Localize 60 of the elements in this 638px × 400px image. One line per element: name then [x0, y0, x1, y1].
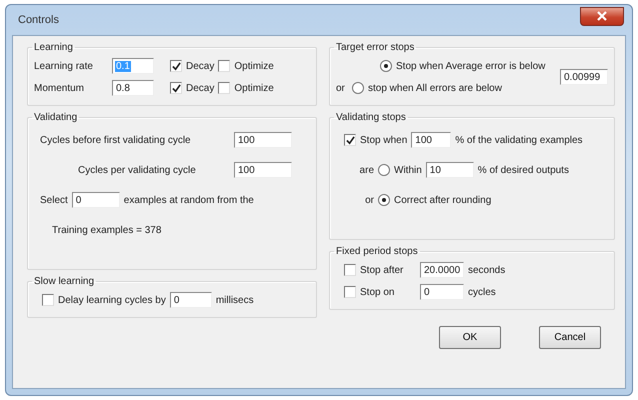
close-button[interactable] [580, 6, 624, 26]
field-label: examples at random from the [124, 194, 254, 206]
ok-button[interactable]: OK [439, 326, 501, 349]
input-field[interactable]: 0 [420, 284, 464, 300]
field-label: Learning rate [34, 60, 94, 72]
radio-label: Correct after rounding [394, 194, 492, 206]
checkbox[interactable] [42, 294, 54, 306]
input-field[interactable]: 0.8 [112, 80, 154, 96]
checkbox-label: Delay learning cycles by [58, 294, 166, 306]
input-field[interactable]: 0 [72, 192, 120, 208]
field-label: Cycles before first validating cycle [40, 134, 192, 146]
checkbox-label: Stop when [360, 134, 408, 146]
checkbox-label: Decay [186, 82, 214, 94]
radio-button[interactable] [380, 60, 392, 72]
unit-label: seconds [468, 264, 506, 276]
checkbox[interactable] [344, 286, 356, 298]
unit-label: millisecs [216, 294, 254, 306]
radio-label: Stop when Average error is below [396, 60, 546, 72]
input-field[interactable]: 20.0000 [420, 262, 464, 278]
radio-label: Within [394, 164, 422, 176]
field-label: % of the validating examples [455, 134, 583, 146]
radio-label: stop when All errors are below [368, 82, 502, 94]
group-title: Validating [33, 112, 78, 123]
close-icon [597, 11, 607, 21]
or-label: or [336, 82, 346, 94]
input-field[interactable]: 100 [411, 132, 452, 148]
input-field[interactable]: 0.00999 [560, 69, 608, 85]
radio-button[interactable] [378, 194, 390, 206]
group-title: Target error stops [335, 42, 416, 53]
checkbox[interactable] [344, 134, 356, 146]
checkbox-label: Optimize [234, 60, 274, 72]
unit-label: cycles [468, 286, 496, 298]
field-label: Cycles per validating cycle [78, 164, 197, 176]
field-label: Momentum [34, 82, 86, 94]
connector-label: are [358, 164, 374, 176]
checkbox-label: Stop after [360, 264, 404, 276]
checkbox[interactable] [170, 60, 182, 72]
input-field[interactable]: 0 [170, 292, 212, 308]
field-label: % of desired outputs [478, 164, 569, 176]
input-field[interactable]: 100 [234, 132, 292, 148]
checkbox[interactable] [218, 60, 230, 72]
checkbox[interactable] [170, 82, 182, 94]
group-title: Fixed period stops [335, 246, 419, 257]
checkbox-label: Optimize [234, 82, 274, 94]
checkbox[interactable] [344, 264, 356, 276]
window-title: Controls [18, 14, 59, 26]
group-title: Learning [33, 42, 74, 53]
group-title: Slow learning [33, 276, 96, 287]
input-field[interactable]: 100 [234, 162, 292, 178]
info-text: Training examples = 378 [52, 224, 162, 236]
connector-label: or [364, 194, 374, 206]
radio-button[interactable] [352, 82, 364, 94]
group-title: Validating stops [335, 112, 407, 123]
checkbox-label: Decay [186, 60, 214, 72]
input-field[interactable]: 10 [426, 162, 474, 178]
radio-button[interactable] [378, 164, 390, 176]
cancel-button[interactable]: Cancel [539, 326, 601, 349]
checkbox-label: Stop on [360, 286, 396, 298]
field-label: Select [40, 194, 68, 206]
checkbox[interactable] [218, 82, 230, 94]
